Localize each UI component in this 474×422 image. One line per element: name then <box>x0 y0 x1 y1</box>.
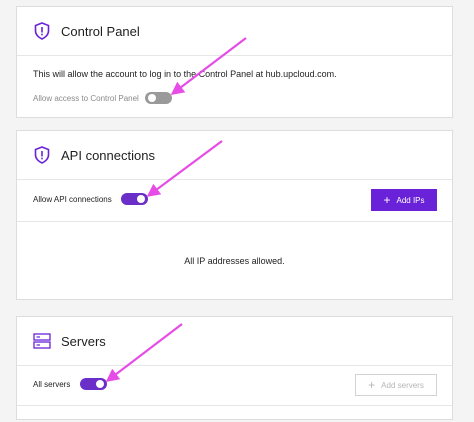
server-icon <box>33 332 51 350</box>
ip-empty-message: All IP addresses allowed. <box>184 256 285 266</box>
plus-icon: + <box>368 378 376 392</box>
servers-divider <box>17 405 452 406</box>
control-panel-card: Control Panel This will allow the accoun… <box>16 6 453 118</box>
api-connections-toggle[interactable] <box>121 193 148 205</box>
plus-icon: + <box>383 193 391 207</box>
control-panel-title: Control Panel <box>61 23 140 39</box>
api-connections-title: API connections <box>61 147 155 163</box>
shield-exclamation-icon <box>33 22 51 40</box>
control-panel-header: Control Panel <box>17 7 452 56</box>
control-panel-toggle-label: Allow access to Control Panel <box>33 94 139 103</box>
servers-card: Servers All servers + Add servers <box>16 316 453 420</box>
control-panel-access-toggle[interactable] <box>145 92 172 104</box>
api-connections-header: API connections <box>17 131 452 180</box>
servers-toggle-label: All servers <box>33 380 71 389</box>
add-ips-label: Add IPs <box>396 195 425 205</box>
api-connections-card: API connections Allow API connections + … <box>16 130 453 300</box>
servers-title: Servers <box>61 333 106 349</box>
add-servers-label: Add servers <box>381 380 424 390</box>
servers-header: Servers <box>17 317 452 366</box>
control-panel-description: This will allow the account to log in to… <box>33 69 337 79</box>
api-toggle-label: Allow API connections <box>33 195 112 204</box>
shield-exclamation-icon <box>33 146 51 164</box>
toggle-knob <box>137 195 145 203</box>
add-ips-button[interactable]: + Add IPs <box>371 189 437 211</box>
toggle-knob <box>148 94 156 102</box>
add-servers-button[interactable]: + Add servers <box>355 374 437 396</box>
all-servers-toggle[interactable] <box>80 378 107 390</box>
api-divider <box>17 221 452 222</box>
toggle-knob <box>96 380 104 388</box>
